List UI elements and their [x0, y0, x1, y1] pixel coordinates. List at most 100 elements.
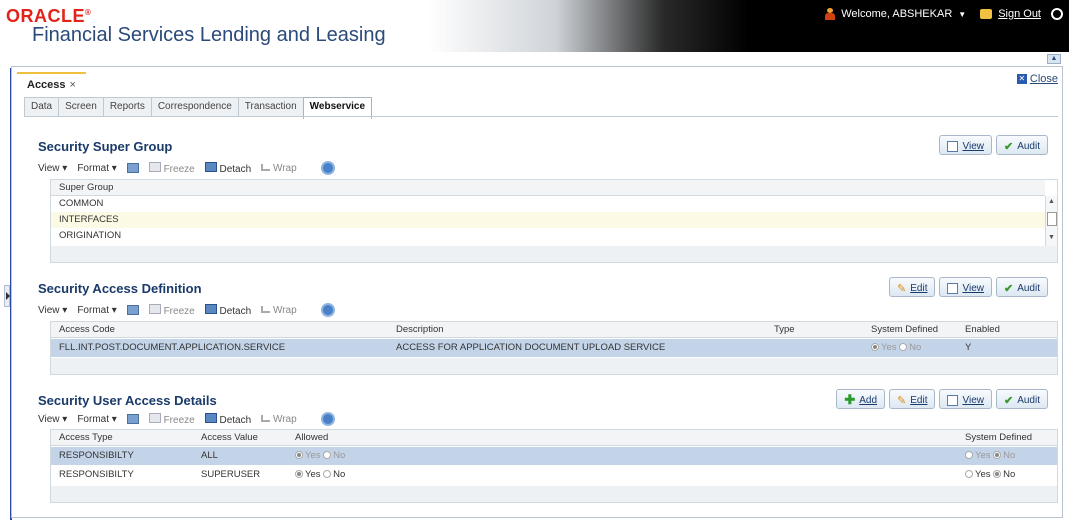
super-group-table: Super Group COMMON INTERFACES ORIGINATIO…: [50, 179, 1058, 263]
radio-yes: [871, 343, 879, 352]
export-icon[interactable]: [126, 163, 139, 173]
table-header: Access Code Description Type System Defi…: [51, 322, 1057, 338]
view-icon: [947, 394, 959, 406]
refresh-icon[interactable]: [320, 303, 335, 317]
detach-button[interactable]: Detach: [204, 412, 251, 426]
checkmark-icon: ✔: [1003, 394, 1014, 407]
section-title: Security Super Group: [38, 139, 173, 154]
radio-yes: [295, 451, 303, 460]
view-button[interactable]: View: [939, 135, 992, 155]
expand-left-pane-handle[interactable]: [4, 285, 10, 307]
view-menu[interactable]: View ▾: [38, 163, 67, 174]
plus-icon: ✚: [844, 392, 856, 407]
view-menu[interactable]: View ▾: [38, 414, 67, 425]
format-menu[interactable]: Format ▾: [77, 414, 116, 425]
view-button[interactable]: View: [939, 389, 992, 409]
signout-icon: [980, 9, 993, 19]
close-icon: ✕: [1016, 74, 1027, 84]
grid-toolbar: View ▾ Format ▾ Freeze Detach Wrap: [38, 410, 335, 428]
chevron-down-icon[interactable]: ▼: [958, 10, 966, 19]
edit-button[interactable]: ✎ Edit: [889, 277, 936, 297]
wrap-button[interactable]: Wrap: [261, 163, 297, 174]
freeze-icon: [148, 412, 161, 423]
wrap-icon: [261, 163, 271, 171]
audit-button[interactable]: ✔ Audit: [995, 135, 1048, 155]
system-defined-radio: Yes No: [961, 448, 1015, 464]
tab-divider: [24, 116, 1058, 117]
view-icon: [947, 140, 959, 152]
add-button[interactable]: ✚ Add: [836, 389, 886, 409]
edit-button[interactable]: ✎ Edit: [889, 389, 936, 409]
security-super-group-section: Security Super Group View ✔ Audit View ▾ …: [38, 135, 1058, 269]
pencil-icon: ✎: [897, 282, 907, 295]
radio-yes: [965, 451, 973, 460]
column-header: Super Group: [59, 182, 114, 193]
radio-no: [899, 343, 908, 352]
allowed-radio: Yes No: [291, 448, 345, 464]
table-footer: [51, 486, 1057, 502]
system-defined-radio: Yes No: [961, 467, 1015, 483]
document-tab-access[interactable]: Access ×: [17, 72, 86, 94]
tab-correspondence[interactable]: Correspondence: [150, 97, 239, 117]
tab-screen[interactable]: Screen: [58, 97, 104, 117]
detach-button[interactable]: Detach: [204, 303, 251, 317]
format-menu[interactable]: Format ▾: [77, 163, 116, 174]
section-title: Security User Access Details: [38, 393, 217, 408]
audit-button[interactable]: ✔ Audit: [995, 389, 1048, 409]
freeze-button[interactable]: Freeze: [148, 412, 195, 426]
freeze-button[interactable]: Freeze: [148, 303, 195, 317]
radio-no: [993, 470, 1002, 479]
vertical-scrollbar[interactable]: ▲ ▼: [1045, 196, 1057, 246]
refresh-icon[interactable]: [320, 412, 335, 426]
freeze-icon: [148, 161, 161, 172]
scroll-up-icon[interactable]: ▲: [1048, 198, 1055, 205]
power-icon[interactable]: [1051, 8, 1063, 20]
table-row[interactable]: ORIGINATION: [51, 228, 1045, 244]
collapse-header-icon[interactable]: ▲: [1047, 54, 1061, 64]
table-row[interactable]: COMMON: [51, 196, 1045, 212]
table-row[interactable]: FLL.INT.POST.DOCUMENT.APPLICATION.SERVIC…: [51, 339, 1057, 357]
app-window: ORACLE® Financial Services Lending and L…: [0, 0, 1069, 524]
security-user-access-section: Security User Access Details ✚ Add ✎ Edit …: [38, 389, 1058, 513]
format-menu[interactable]: Format ▾: [77, 305, 116, 316]
table-header: Access Type Access Value Allowed System …: [51, 430, 1057, 446]
refresh-icon[interactable]: [320, 161, 335, 175]
scroll-thumb[interactable]: [1047, 212, 1057, 226]
view-icon: [947, 282, 959, 294]
radio-no: [993, 451, 1002, 460]
product-title: Financial Services Lending and Leasing: [32, 24, 386, 46]
audit-button[interactable]: ✔ Audit: [995, 277, 1048, 297]
scroll-down-icon[interactable]: ▼: [1048, 234, 1055, 241]
access-definition-table: Access Code Description Type System Defi…: [50, 321, 1058, 375]
export-icon[interactable]: [126, 305, 139, 315]
main-panel: Access × ✕ Close Data Screen Reports Corr…: [11, 66, 1063, 518]
grid-toolbar: View ▾ Format ▾ Freeze Detach Wrap: [38, 301, 335, 319]
wrap-button[interactable]: Wrap: [261, 414, 297, 425]
freeze-button[interactable]: Freeze: [148, 161, 195, 175]
detach-icon: [204, 303, 217, 314]
signout-link[interactable]: Sign Out: [998, 8, 1041, 20]
table-footer: [51, 246, 1057, 262]
close-tab-icon[interactable]: ×: [70, 79, 76, 91]
close-link[interactable]: ✕ Close: [1016, 73, 1058, 85]
table-row[interactable]: INTERFACES: [51, 212, 1045, 228]
detach-icon: [204, 161, 217, 172]
view-menu[interactable]: View ▾: [38, 305, 67, 316]
user-icon: [825, 8, 836, 20]
table-row[interactable]: RESPONSIBILTY ALL Yes No Yes No: [51, 447, 1057, 465]
wrap-button[interactable]: Wrap: [261, 305, 297, 316]
view-button[interactable]: View: [939, 277, 992, 297]
app-header: ORACLE® Financial Services Lending and L…: [0, 0, 1069, 52]
user-area: Welcome, ABSHEKAR ▼ Sign Out: [825, 8, 1063, 20]
wrap-icon: [261, 305, 271, 313]
radio-no: [323, 451, 332, 460]
tab-reports[interactable]: Reports: [102, 97, 152, 117]
tab-transaction[interactable]: Transaction: [237, 97, 304, 117]
radio-yes: [965, 470, 973, 479]
welcome-menu[interactable]: Welcome, ABSHEKAR: [841, 8, 952, 20]
system-defined-radio: Yes No: [867, 340, 921, 356]
tab-data[interactable]: Data: [24, 97, 60, 117]
detach-button[interactable]: Detach: [204, 161, 251, 175]
export-icon[interactable]: [126, 414, 139, 424]
table-row[interactable]: RESPONSIBILTY SUPERUSER Yes No Yes No: [51, 466, 1057, 484]
